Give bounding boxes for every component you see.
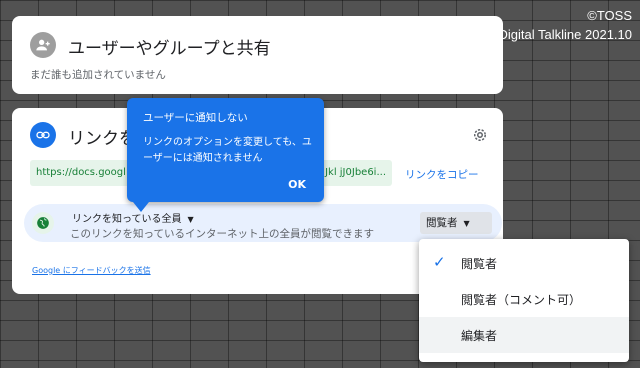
watermark-line1: ©TOSS	[587, 8, 632, 23]
tooltip-title: ユーザーに通知しない	[143, 112, 248, 124]
access-description: このリンクを知っているインターネット上の全員が閲覧できます	[70, 228, 374, 240]
tooltip-ok-button[interactable]: OK	[288, 178, 306, 191]
role-menu: ✓ 閲覧者 閲覧者（コメント可） 編集者	[419, 239, 629, 362]
share-card-subtitle: まだ誰も追加されていません	[30, 69, 166, 81]
menu-item-label: 閲覧者（コメント可）	[461, 293, 582, 307]
role-dropdown-button[interactable]: 閲覧者 ▼	[420, 212, 492, 234]
link-card-title: リンクを	[68, 129, 136, 149]
menu-item-editor[interactable]: 編集者	[419, 317, 629, 353]
globe-icon	[32, 212, 54, 234]
tooltip-body: リンクのオプションを変更しても、ユーザーには通知されません	[143, 137, 312, 164]
caret-down-icon: ▼	[187, 215, 194, 224]
link-icon	[30, 122, 56, 148]
share-with-people-card: ユーザーやグループと共有 まだ誰も追加されていません	[12, 16, 503, 94]
link-url-start: https://docs.googl	[36, 167, 126, 178]
gear-icon[interactable]	[471, 126, 489, 144]
menu-item-label: 編集者	[461, 329, 498, 343]
role-label: 閲覧者	[426, 217, 458, 229]
check-icon: ✓	[433, 253, 446, 271]
add-person-icon	[30, 32, 56, 58]
access-scope-dropdown[interactable]: リンクを知っている全員 ▼	[72, 210, 194, 225]
share-card-title: ユーザーやグループと共有	[68, 39, 271, 59]
menu-item-commenter[interactable]: 閲覧者（コメント可）	[419, 281, 629, 317]
menu-item-viewer[interactable]: ✓ 閲覧者	[419, 245, 629, 281]
link-url-end: Jkl jJ0Jbe6i...	[325, 167, 386, 178]
menu-item-label: 閲覧者	[461, 257, 498, 271]
caret-down-icon: ▼	[463, 219, 470, 228]
watermark-line2: Digital Talkline 2021.10	[498, 27, 632, 42]
access-scope-label: リンクを知っている全員	[72, 214, 182, 225]
copy-link-button[interactable]: リンクをコピー	[405, 167, 479, 182]
feedback-link[interactable]: Google にフィードバックを送信	[32, 265, 151, 276]
notify-tooltip: ユーザーに通知しない リンクのオプションを変更しても、ユーザーには通知されません…	[127, 98, 324, 212]
watermark: ©TOSS Digital Talkline 2021.10	[499, 6, 632, 44]
